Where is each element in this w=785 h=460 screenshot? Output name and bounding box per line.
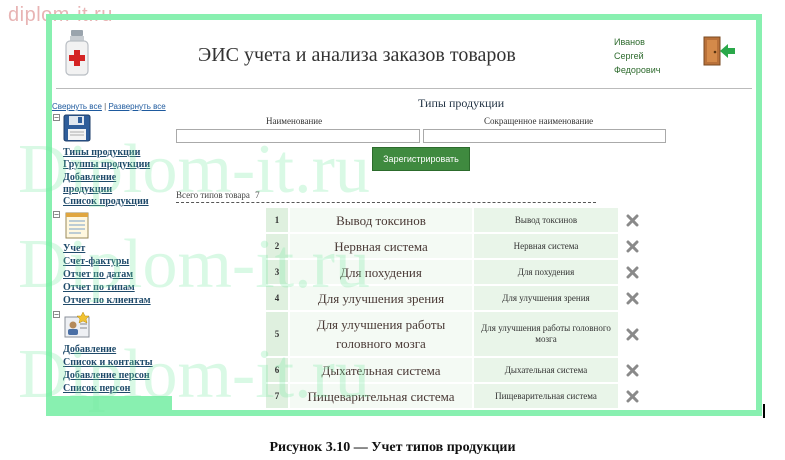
sidebar-link-invoices[interactable]: Счет-фактуры (63, 256, 129, 268)
row-short-name: Дыхательная система (474, 358, 618, 382)
header-divider (56, 88, 752, 89)
collapse-toggle-icon[interactable]: − (53, 211, 60, 219)
table-row: 4 Для улучшения зрения Для улучшения зрени… (266, 286, 644, 310)
sidebar-toggle-links: Свернуть все | Развернуть все (52, 102, 166, 111)
delete-x-icon[interactable] (626, 390, 639, 403)
delete-row-button[interactable] (620, 208, 644, 232)
row-name: Для улучшения зрения (290, 286, 472, 310)
row-name: Для похудения (290, 260, 472, 284)
sidebar-link-accounting[interactable]: Учет (63, 243, 85, 255)
delete-x-icon[interactable] (626, 266, 639, 279)
frame-border-left (46, 14, 52, 416)
table-row: 6 Дыхательная система Дыхательная система (266, 358, 644, 382)
sidebar-link-add-persons[interactable]: Добавление персон (63, 370, 150, 382)
delete-row-button[interactable] (620, 384, 644, 408)
expand-all-link[interactable]: Развернуть все (108, 102, 165, 111)
product-types-table: 1 Вывод токсинов Вывод токсинов 2 Нервная си… (264, 206, 646, 410)
sidebar-link-product-groups[interactable]: Группы продукции (63, 159, 150, 171)
row-number: 4 (266, 286, 288, 310)
delete-row-button[interactable] (620, 260, 644, 284)
delete-x-icon[interactable] (626, 328, 639, 341)
row-number: 2 (266, 234, 288, 258)
user-last-name: Иванов (614, 37, 645, 47)
delete-x-icon[interactable] (626, 364, 639, 377)
person-card-icon (64, 311, 90, 338)
figure-caption: Рисунок 3.10 — Учет типов продукции (269, 440, 516, 455)
row-name: Дыхательная система (290, 358, 472, 382)
name-field-label: Наименование (266, 116, 323, 126)
sidebar-link-add-product[interactable]: Добавление продукции (63, 172, 163, 196)
collapse-toggle-icon[interactable]: − (53, 114, 60, 122)
table-row: 7 Пищеварительная система Пищеварительная … (266, 384, 644, 408)
table-row: 2 Нервная система Нервная система (266, 234, 644, 258)
frame-corner-block (46, 396, 172, 416)
toggle-separator: | (104, 102, 107, 111)
user-patronymic: Федорович (614, 65, 661, 75)
sidebar-link-product-list[interactable]: Список продукции (63, 196, 149, 208)
logout-door-icon[interactable] (702, 36, 736, 66)
row-short-name: Вывод токсинов (474, 208, 618, 232)
name-input[interactable] (176, 129, 420, 143)
row-name: Для улучшения работы головного мозга (290, 312, 472, 356)
row-name: Нервная система (290, 234, 472, 258)
total-count-value: 7 (255, 190, 260, 200)
register-button[interactable]: Зарегистрировать (372, 147, 470, 171)
row-number: 7 (266, 384, 288, 408)
row-number: 3 (266, 260, 288, 284)
delete-row-button[interactable] (620, 312, 644, 356)
sidebar-link-report-dates[interactable]: Отчет по датам (63, 269, 133, 281)
sidebar-link-add[interactable]: Добавление (63, 344, 116, 356)
collapse-toggle-icon[interactable]: − (53, 311, 60, 319)
sidebar-link-product-types[interactable]: Типы продукции (63, 147, 140, 159)
total-count-row: Всего типов товара 7 (176, 190, 260, 200)
delete-row-button[interactable] (620, 234, 644, 258)
notepad-icon (65, 212, 89, 239)
app-title: ЭИС учета и анализа заказов товаров (198, 44, 516, 66)
page-title: Типы продукции (418, 96, 505, 110)
user-name: Иванов Сергей Федорович (614, 35, 684, 77)
row-number: 1 (266, 208, 288, 232)
frame-border-bottom (172, 410, 762, 416)
row-short-name: Нервная система (474, 234, 618, 258)
user-first-name: Сергей (614, 51, 644, 61)
total-divider (176, 202, 596, 203)
delete-x-icon[interactable] (626, 292, 639, 305)
row-short-name: Для улучшения зрения (474, 286, 618, 310)
delete-x-icon[interactable] (626, 214, 639, 227)
sidebar-link-report-clients[interactable]: Отчет по клиентам (63, 295, 151, 307)
row-short-name: Для похудения (474, 260, 618, 284)
delete-row-button[interactable] (620, 358, 644, 382)
sidebar-link-report-types[interactable]: Отчет по типам (63, 282, 135, 294)
frame-border-top (46, 14, 762, 20)
row-short-name: Пищеварительная система (474, 384, 618, 408)
short-name-field-label: Сокращенное наименование (484, 116, 594, 126)
delete-x-icon[interactable] (626, 240, 639, 253)
text-cursor-mark (763, 404, 765, 418)
collapse-all-link[interactable]: Свернуть все (52, 102, 102, 111)
frame-border-right (756, 14, 762, 416)
total-count-label: Всего типов товара (176, 190, 250, 200)
table-row: 3 Для похудения Для похудения (266, 260, 644, 284)
row-number: 6 (266, 358, 288, 382)
row-short-name: Для улучшения работы головного мозга (474, 312, 618, 356)
sidebar-link-list-contacts[interactable]: Список и контакты (63, 357, 153, 369)
row-number: 5 (266, 312, 288, 356)
table-row: 5 Для улучшения работы головного мозга Для… (266, 312, 644, 356)
medicine-bottle-icon (65, 30, 89, 76)
row-name: Пищеварительная система (290, 384, 472, 408)
sidebar-link-person-list[interactable]: Список персон (63, 383, 130, 395)
floppy-disk-icon (63, 114, 91, 142)
row-name: Вывод токсинов (290, 208, 472, 232)
delete-row-button[interactable] (620, 286, 644, 310)
table-row: 1 Вывод токсинов Вывод токсинов (266, 208, 644, 232)
short-name-input[interactable] (423, 129, 666, 143)
